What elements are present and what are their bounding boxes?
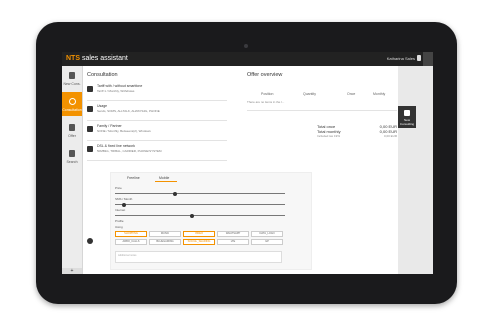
internet-slider[interactable] (115, 215, 285, 216)
tax-label: Included tax 19% (317, 134, 341, 138)
sidebar-item-new-consultation[interactable]: New Cons. (62, 66, 82, 90)
add-document-icon (404, 110, 410, 116)
sidebar: New Cons. Consultation Offer Search + (62, 66, 83, 274)
chip-bluegaming[interactable]: BLUEGAMING (149, 239, 181, 245)
col-quantity: Quantity (303, 92, 317, 96)
chip-social-sharing[interactable]: SOCIAL_SHARING (183, 239, 215, 245)
brand-accent: NTS (66, 55, 80, 62)
notes-placeholder: Additional notes (118, 254, 137, 257)
right-panel: New Consulting (398, 66, 433, 274)
row-title: Tariff with / without smartfone (97, 84, 143, 88)
people-icon (87, 126, 93, 132)
search-icon (69, 150, 75, 157)
heart-icon (87, 238, 93, 244)
consultation-row-family[interactable]: Family / Partner NONE / Monthly, Between… (87, 124, 227, 138)
house-icon (87, 146, 93, 152)
profile-label: Profile (115, 219, 124, 223)
chip-lte[interactable]: LTE (217, 239, 249, 245)
brand-title: sales assistant (80, 55, 128, 62)
consultation-row-dsl[interactable]: DSL & fixed line network 50MBit/s, TRIBA… (87, 144, 227, 158)
bulb-icon (69, 98, 76, 105)
monitor-icon (69, 124, 75, 131)
chip-music[interactable]: MUSIC (149, 231, 181, 237)
row-subtitle: Tariff 1 / Monthly, Withdraws (97, 89, 135, 93)
price-slider[interactable] (115, 193, 285, 194)
sms-slider-knob[interactable] (121, 202, 126, 207)
chip-whatsapp[interactable]: WHATSAPP (217, 231, 249, 237)
price-slider-knob[interactable] (172, 191, 177, 196)
sidebar-item-search[interactable]: Search (62, 144, 82, 168)
chip-shopping[interactable]: SHOPPING (115, 231, 147, 237)
chip-gp[interactable]: GP (251, 239, 283, 245)
sidebar-item-label: New Cons. (63, 82, 81, 86)
sidebar-item-label: Offer (68, 134, 76, 138)
user-icon[interactable] (417, 55, 421, 61)
user-name[interactable]: Katharina Sales (387, 56, 415, 61)
active-tab-underline (155, 181, 177, 182)
tab-freeline[interactable]: Freeline (127, 176, 140, 180)
sms-label: SMS / Month (115, 197, 133, 201)
tab-mobile[interactable]: Mobile (159, 176, 169, 180)
chip-video[interactable]: VIDEO (183, 231, 215, 237)
camera-icon (244, 44, 248, 48)
logout-button[interactable] (423, 52, 433, 66)
sidebar-item-label: Search (66, 160, 78, 164)
tax-value: 0,00 EUR (383, 134, 397, 138)
app-screen: NTS sales assistant Katharina Sales New … (62, 52, 433, 274)
row-title: Family / Partner (97, 124, 122, 128)
internet-label: Internet (115, 208, 126, 212)
top-bar: NTS sales assistant Katharina Sales (62, 52, 433, 66)
sidebar-item-label: Consultation (62, 108, 82, 112)
chip-data-loan[interactable]: DATA_LOAN (251, 231, 283, 237)
row-title: Usage (97, 104, 108, 108)
consultation-row-tariff[interactable]: Tariff with / without smartfone Tariff 1… (87, 84, 227, 98)
col-position: Position (261, 92, 274, 96)
sms-slider[interactable] (115, 204, 285, 205)
usage-icon (87, 106, 93, 112)
mobile-config-panel: Freeline Mobile Price SMS / Month Intern… (110, 172, 312, 270)
divider (87, 140, 227, 141)
phone-icon (87, 86, 93, 92)
divider (247, 110, 397, 111)
sidebar-item-consultation[interactable]: Consultation (62, 92, 82, 116)
col-once: Once (347, 92, 356, 96)
tablet-icon (69, 72, 75, 79)
app-brand: NTS sales assistant (66, 55, 128, 62)
offer-title: Offer overview (247, 72, 283, 78)
new-consulting-button[interactable]: New Consulting (398, 106, 416, 128)
using-label: Using (115, 225, 123, 229)
row-subtitle: 50MBit/s, TRIBAL, CARRIER, PHONE/SYSTEM (97, 149, 162, 153)
row-title: DSL & fixed line network (97, 144, 135, 148)
divider (87, 100, 227, 101)
offer-empty-row: There are no items in the l... (247, 100, 285, 104)
notes-field[interactable]: Additional notes (115, 251, 282, 263)
offer-totals: Total once 0,00 EUR Total monthly 0,00 EUR… (317, 124, 397, 139)
row-subtitle: Sends, SOMS, ALLTALK, ALWAYS4G, PHONE (97, 109, 160, 113)
price-label: Price (115, 186, 122, 190)
add-button[interactable]: + (62, 268, 82, 274)
internet-slider-knob[interactable] (189, 213, 194, 218)
consultation-title: Consultation (87, 72, 118, 78)
sidebar-item-offer[interactable]: Offer (62, 118, 82, 142)
new-consulting-label: New Consulting (399, 118, 415, 126)
divider (87, 160, 227, 161)
divider (87, 120, 227, 121)
chip-arbo-calls[interactable]: ARBO_CALLS (115, 239, 147, 245)
consultation-row-usage[interactable]: Usage Sends, SOMS, ALLTALK, ALWAYS4G, PH… (87, 104, 227, 118)
col-monthly: Monthly (373, 92, 386, 96)
row-subtitle: NONE / Monthly, Betweens(2), Windows (97, 129, 151, 133)
